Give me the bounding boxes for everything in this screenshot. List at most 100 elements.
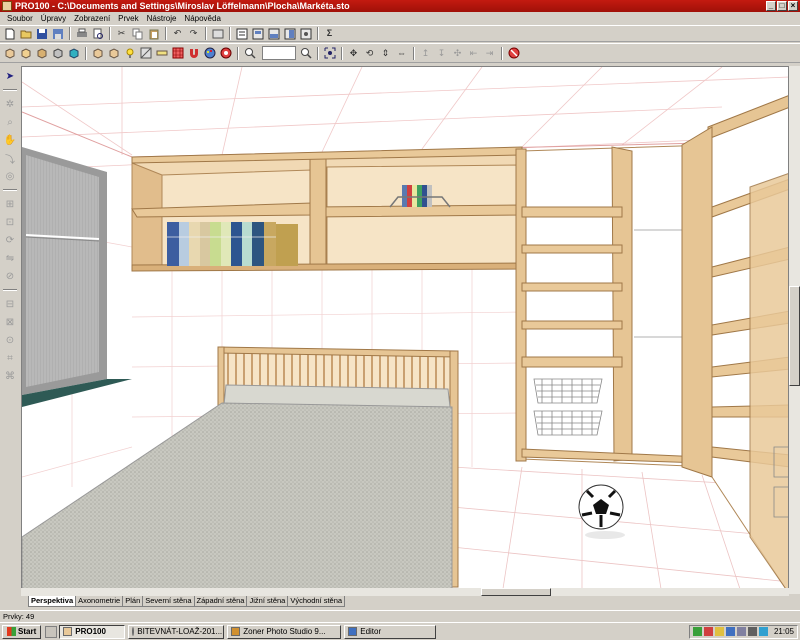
arrange2-icon[interactable]: ↧: [435, 47, 448, 60]
menu-prvek[interactable]: Prvek: [114, 14, 142, 23]
tray-icon-messenger[interactable]: [758, 627, 768, 636]
resize-icon[interactable]: ⊡: [3, 215, 17, 229]
open-icon[interactable]: [19, 27, 32, 40]
zoom-level-input[interactable]: [262, 46, 296, 60]
edit-icon[interactable]: ⊞: [3, 197, 17, 211]
select-all-icon[interactable]: [323, 47, 336, 60]
materials-icon[interactable]: [283, 27, 296, 40]
print-preview-icon[interactable]: [91, 27, 104, 40]
sum-icon[interactable]: Σ: [323, 27, 336, 40]
rotate-icon[interactable]: ⟲: [363, 47, 376, 60]
tray-icon-update[interactable]: [736, 627, 746, 636]
edge-icon[interactable]: ⌗: [3, 351, 17, 365]
cube2-icon[interactable]: [35, 47, 48, 60]
tray-icon-display[interactable]: [725, 627, 735, 636]
cube5-icon[interactable]: [91, 47, 104, 60]
catalog-icon[interactable]: [235, 27, 248, 40]
viewport-perspective[interactable]: [21, 66, 789, 594]
zoom-in-icon[interactable]: [299, 47, 312, 60]
tab-vychodni-stena[interactable]: Východní stěna: [287, 596, 346, 607]
cube-icon[interactable]: [19, 47, 32, 60]
menu-napoveda[interactable]: Nápověda: [180, 14, 224, 23]
box-icon[interactable]: [3, 47, 16, 60]
maximize-button[interactable]: □: [777, 1, 787, 11]
drill-icon[interactable]: ⊙: [3, 333, 17, 347]
tab-perspektiva[interactable]: Perspektiva: [28, 596, 77, 607]
tab-jizni-stena[interactable]: Jižní stěna: [246, 596, 289, 607]
task-editor[interactable]: Editor: [344, 624, 437, 639]
align-icon[interactable]: ⇕: [379, 47, 392, 60]
walk-icon[interactable]: ⤵: [3, 151, 17, 166]
magnet-icon[interactable]: [187, 47, 200, 60]
report-icon[interactable]: [251, 27, 264, 40]
task-bitevnat[interactable]: BITEVNÁT-LOAŽ-201...: [128, 624, 225, 639]
arrange3-icon[interactable]: ✣: [451, 47, 464, 60]
zoom-icon[interactable]: ⌕: [3, 115, 17, 129]
horizontal-scrollbar[interactable]: [21, 588, 789, 596]
start-button[interactable]: Start: [2, 624, 42, 639]
undo-icon[interactable]: ↶: [171, 27, 184, 40]
toolbar-separator: [3, 89, 17, 91]
tray-icon-network[interactable]: [692, 627, 702, 636]
close-button[interactable]: ×: [788, 1, 798, 11]
zoom-out-icon[interactable]: [243, 47, 256, 60]
cut-element-icon[interactable]: ⊘: [3, 269, 17, 283]
paste-icon[interactable]: [147, 27, 160, 40]
cube6-icon[interactable]: [107, 47, 120, 60]
tab-severni-stena[interactable]: Severní stěna: [142, 596, 195, 607]
align2-icon[interactable]: ⇔: [395, 47, 408, 60]
export-icon[interactable]: [211, 27, 224, 40]
hinge-icon[interactable]: ⌘: [3, 369, 17, 383]
quick-launch-icon[interactable]: [45, 625, 58, 638]
cube3-icon[interactable]: [51, 47, 64, 60]
grid-icon[interactable]: [171, 47, 184, 60]
menu-nastroje[interactable]: Nástroje: [143, 14, 181, 23]
orbit-icon[interactable]: ✲: [3, 97, 17, 111]
tray-icon-volume[interactable]: [714, 627, 724, 636]
measure-icon[interactable]: [155, 47, 168, 60]
task-zoner[interactable]: Zoner Photo Studio 9...: [227, 624, 342, 639]
task-pro100[interactable]: PRO100: [59, 624, 126, 639]
copy-icon[interactable]: [131, 27, 144, 40]
vertical-scroll-thumb[interactable]: [789, 286, 800, 386]
tab-plan[interactable]: Plán: [122, 596, 144, 607]
pointer-icon[interactable]: ➤: [3, 69, 17, 83]
mirror-icon[interactable]: ⇋: [3, 251, 17, 265]
list-icon[interactable]: [267, 27, 280, 40]
new-icon[interactable]: [3, 27, 16, 40]
ungroup-icon[interactable]: ⊠: [3, 315, 17, 329]
room-scene: [22, 67, 788, 593]
tray-icon-usb[interactable]: [747, 627, 757, 636]
texture-icon[interactable]: [139, 47, 152, 60]
arrange5-icon[interactable]: ⇥: [483, 47, 496, 60]
group-icon[interactable]: ⊟: [3, 297, 17, 311]
render-icon[interactable]: [219, 47, 232, 60]
print-icon[interactable]: [75, 27, 88, 40]
redo-icon[interactable]: ↷: [187, 27, 200, 40]
vertical-scrollbar[interactable]: [789, 66, 800, 594]
palette-icon[interactable]: [203, 47, 216, 60]
settings-icon[interactable]: [299, 27, 312, 40]
toolbar-separator: [317, 46, 319, 60]
save-as-icon[interactable]: [51, 27, 64, 40]
menu-zobrazeni[interactable]: Zobrazení: [70, 14, 114, 23]
save-icon[interactable]: [35, 27, 48, 40]
stop-icon[interactable]: [507, 47, 520, 60]
cube4-icon[interactable]: [67, 47, 80, 60]
cut-icon[interactable]: ✂: [115, 27, 128, 40]
tab-zapadni-stena[interactable]: Západní stěna: [193, 596, 248, 607]
view-tabs: Perspektiva Axonometrie Plán Severní stě…: [28, 596, 346, 607]
menu-upravy[interactable]: Úpravy: [37, 14, 70, 23]
pan-icon[interactable]: ✋: [3, 133, 17, 147]
camera-icon[interactable]: ◎: [3, 169, 17, 183]
horizontal-scroll-thumb[interactable]: [481, 588, 551, 596]
tab-axonometrie[interactable]: Axonometrie: [75, 596, 124, 607]
arrange4-icon[interactable]: ⇤: [467, 47, 480, 60]
rotate-element-icon[interactable]: ⟳: [3, 233, 17, 247]
arrange-icon[interactable]: ↥: [419, 47, 432, 60]
menu-soubor[interactable]: Soubor: [3, 14, 37, 23]
move-icon[interactable]: ✥: [347, 47, 360, 60]
minimize-button[interactable]: _: [766, 1, 776, 11]
tray-icon-antivirus[interactable]: [703, 627, 713, 636]
light-icon[interactable]: [123, 47, 136, 60]
